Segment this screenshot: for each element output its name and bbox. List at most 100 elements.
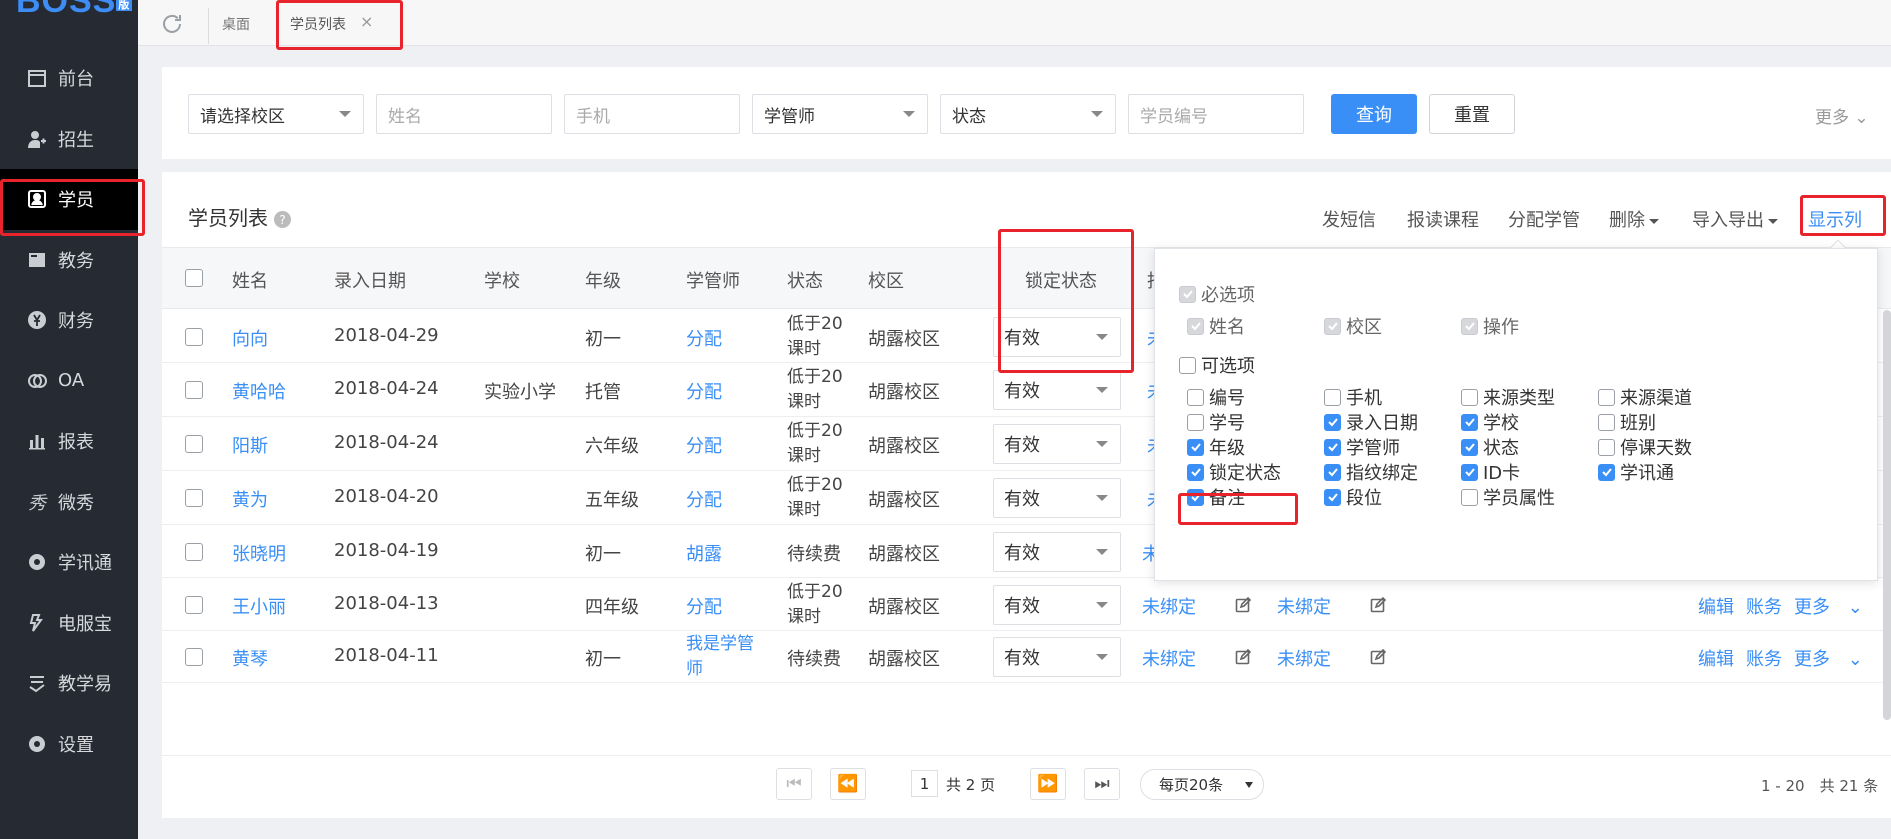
optional-column-option[interactable]: 学管师 (1324, 434, 1400, 460)
student-name-link[interactable]: 王小丽 (232, 593, 286, 619)
student-name-link[interactable]: 阳斯 (232, 432, 268, 458)
optional-column-option[interactable]: 学员属性 (1461, 484, 1555, 510)
more-filters-toggle[interactable]: 更多 ⌄ (1815, 103, 1869, 128)
manager-link[interactable]: 我是学管师 (686, 632, 766, 682)
table-row[interactable]: 王小丽 2018-04-13 四年级 分配 低于20课时 胡露校区 有效 未绑定 未绑定 编辑 账务… (162, 578, 1891, 631)
edit-icon[interactable] (1370, 648, 1387, 665)
query-button[interactable]: 查询 (1331, 94, 1417, 134)
manager-link[interactable]: 分配 (686, 486, 722, 512)
student-number-input[interactable]: 学员编号 (1128, 94, 1304, 134)
table-row[interactable]: 黄琴 2018-04-11 初一 我是学管师 待续费 胡露校区 有效 未绑定 未绑定 编辑 账务 更多… (162, 631, 1891, 683)
page-input[interactable]: 1 (911, 770, 938, 797)
fingerprint-unbound-link[interactable]: 未绑定 (1142, 593, 1196, 619)
optional-column-option[interactable]: 班别 (1598, 409, 1656, 435)
lock-status-select[interactable]: 有效 (993, 584, 1121, 625)
optional-column-option[interactable]: 停课天数 (1598, 434, 1692, 460)
manager-link[interactable]: 胡露 (686, 540, 722, 566)
student-name-link[interactable]: 向向 (232, 325, 268, 351)
row-checkbox[interactable] (185, 542, 203, 561)
student-name-link[interactable]: 黄为 (232, 486, 268, 512)
last-page-icon[interactable]: ⏭ (1084, 768, 1120, 800)
sidebar-item[interactable]: 财务 (0, 290, 138, 351)
select-all-checkbox[interactable] (185, 269, 203, 287)
sidebar-item[interactable]: 报表 (0, 411, 138, 472)
lock-status-select[interactable]: 有效 (993, 370, 1121, 410)
help-icon[interactable]: ? (274, 211, 291, 228)
col-school[interactable]: 学校 (484, 267, 520, 293)
delete-dropdown[interactable]: 删除 (1609, 206, 1659, 232)
optional-column-option[interactable]: 指纹绑定 (1324, 459, 1418, 485)
optional-column-option[interactable]: 学号 (1187, 409, 1245, 435)
manager-link[interactable]: 分配 (686, 325, 722, 351)
row-checkbox[interactable] (185, 381, 203, 399)
sidebar-item[interactable]: 前台 (0, 48, 138, 109)
sidebar-item[interactable]: 秀微秀 (0, 472, 138, 533)
optional-column-option[interactable]: ID卡 (1461, 459, 1520, 485)
status-select[interactable]: 状态 (940, 94, 1116, 134)
refresh-icon[interactable] (160, 12, 184, 36)
next-page-icon[interactable]: ⏩ (1030, 768, 1066, 800)
lock-status-select[interactable]: 有效 (993, 424, 1121, 464)
prev-page-icon[interactable]: ⏪ (830, 768, 866, 800)
optional-column-option[interactable]: 状态 (1461, 434, 1519, 460)
optional-column-option[interactable]: 编号 (1187, 384, 1245, 410)
lock-status-select[interactable]: 有效 (993, 637, 1121, 677)
sidebar-item[interactable]: 电服宝 (0, 593, 138, 654)
optional-column-option[interactable]: 段位 (1324, 484, 1382, 510)
sidebar-item[interactable]: 设置 (0, 714, 138, 775)
account-link[interactable]: 账务 (1746, 649, 1782, 670)
lock-status-select[interactable]: 有效 (993, 478, 1121, 518)
account-link[interactable]: 账务 (1746, 597, 1782, 618)
student-name-link[interactable]: 黄琴 (232, 645, 268, 671)
optional-group-checkbox[interactable]: 可选项 (1179, 352, 1255, 378)
campus-select[interactable]: 请选择校区 (188, 94, 364, 134)
manager-link[interactable]: 分配 (686, 432, 722, 458)
manager-link[interactable]: 分配 (686, 593, 722, 619)
reset-button[interactable]: 重置 (1429, 94, 1515, 134)
enroll-course-button[interactable]: 报读课程 (1407, 206, 1479, 232)
sidebar-item[interactable]: 教务 (0, 230, 138, 291)
edit-icon[interactable] (1235, 648, 1252, 665)
assign-manager-button[interactable]: 分配学管 (1508, 206, 1580, 232)
sidebar-item[interactable]: 招生 (0, 109, 138, 170)
idcard-unbound-link[interactable]: 未绑定 (1277, 593, 1331, 619)
row-checkbox[interactable] (185, 435, 203, 453)
sidebar-item[interactable]: 教学易 (0, 653, 138, 714)
student-name-link[interactable]: 张晓明 (232, 540, 286, 566)
optional-column-option[interactable]: 录入日期 (1324, 409, 1418, 435)
col-manager[interactable]: 学管师 (686, 267, 740, 293)
scrollbar[interactable] (1883, 310, 1891, 720)
sidebar-item[interactable]: 学讯通 (0, 532, 138, 593)
edit-link[interactable]: 编辑 (1698, 649, 1734, 670)
manager-link[interactable]: 分配 (686, 378, 722, 404)
optional-column-option[interactable]: 学校 (1461, 409, 1519, 435)
optional-column-option[interactable]: 来源类型 (1461, 384, 1555, 410)
edit-icon[interactable] (1370, 596, 1387, 613)
tab-desktop[interactable]: 桌面 (222, 14, 250, 34)
optional-column-option[interactable]: 年级 (1187, 434, 1245, 460)
page-size-select[interactable]: 每页20条 (1140, 769, 1264, 800)
student-name-link[interactable]: 黄哈哈 (232, 378, 286, 404)
optional-column-option[interactable]: 锁定状态 (1187, 459, 1281, 485)
edit-link[interactable]: 编辑 (1698, 597, 1734, 618)
col-grade[interactable]: 年级 (585, 267, 621, 293)
idcard-unbound-link[interactable]: 未绑定 (1277, 645, 1331, 671)
import-export-dropdown[interactable]: 导入导出 (1692, 206, 1778, 232)
phone-input[interactable]: 手机 (564, 94, 740, 134)
lock-status-select[interactable]: 有效 (993, 531, 1121, 572)
optional-column-option[interactable]: 学讯通 (1598, 459, 1674, 485)
send-sms-button[interactable]: 发短信 (1322, 206, 1376, 232)
manager-select[interactable]: 学管师 (752, 94, 928, 134)
optional-column-option[interactable]: 手机 (1324, 384, 1382, 410)
sidebar-item[interactable]: OA (0, 351, 138, 412)
name-input[interactable]: 姓名 (376, 94, 552, 134)
edit-icon[interactable] (1235, 596, 1252, 613)
more-dropdown[interactable]: 更多 ⌄ (1794, 597, 1863, 618)
optional-column-option[interactable]: 来源渠道 (1598, 384, 1692, 410)
row-checkbox[interactable] (185, 489, 203, 507)
first-page-icon[interactable]: ⏮ (776, 768, 812, 800)
row-checkbox[interactable] (185, 595, 203, 614)
row-checkbox[interactable] (185, 648, 203, 666)
fingerprint-unbound-link[interactable]: 未绑定 (1142, 645, 1196, 671)
row-checkbox[interactable] (185, 327, 203, 346)
